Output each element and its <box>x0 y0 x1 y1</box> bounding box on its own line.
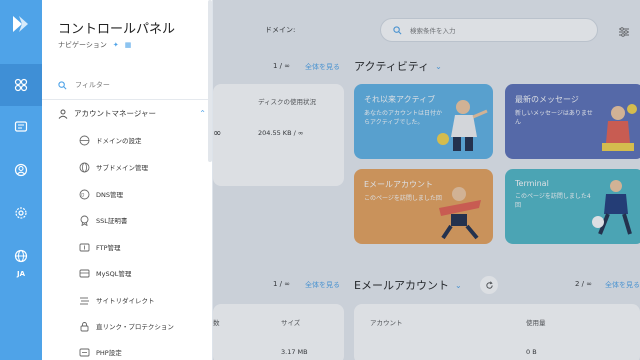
tile-desc: 新しいメッセージはありません <box>515 110 593 126</box>
tile-terminal[interactable]: Terminal このページを訪問しました4回 <box>505 169 640 244</box>
domains-card: ディスクの使用状況 ∞ 204.55 KB / ∞ <box>213 84 344 186</box>
account-header: アカウント <box>370 319 403 327</box>
usage-value: 0 B <box>526 348 537 356</box>
user-icon <box>58 109 68 119</box>
panel-title: コントロールパネル <box>58 22 176 37</box>
ssl-icon <box>78 214 90 226</box>
tile-desc: あなたのアカウントは日付からアクティブでした。 <box>364 110 443 126</box>
subdomain-icon <box>78 161 90 173</box>
person-illustration-icon <box>439 187 481 240</box>
disk-usage-header: ディスクの使用状況 <box>258 98 317 106</box>
domain-settings-icon <box>78 134 90 146</box>
chevron-down-icon: ⌄ <box>454 280 462 290</box>
divider <box>42 99 208 100</box>
nav-item-label: ドメインの設定 <box>96 137 142 145</box>
nav-item-dns[interactable]: D DNS管理 <box>78 188 123 200</box>
nav-item-label: PHP設定 <box>96 349 122 357</box>
nav-item-subdomain[interactable]: サブドメイン管理 <box>78 161 148 173</box>
usage-header: 使用量 <box>526 319 546 327</box>
filter-input[interactable]: フィルター <box>58 80 110 90</box>
navigation-panel: コントロールパネル ナビゲーション ✦ ▦ フィルター アカウントマネージャー … <box>42 0 213 360</box>
email-count: 2 / ∞ <box>575 280 593 288</box>
tile-email-accounts[interactable]: Eメールアカウント このページを訪問しました回 <box>354 169 493 244</box>
activity-title-label: アクティビティ <box>354 60 430 73</box>
nav-item-label: サブドメイン管理 <box>96 164 148 172</box>
refresh-button[interactable] <box>480 276 498 294</box>
gear-icon[interactable] <box>11 203 31 223</box>
search-placeholder: 検索条件を入力 <box>410 27 456 35</box>
nav-item-redirect[interactable]: サイトリダイレクト <box>78 294 155 306</box>
person-illustration-icon <box>602 104 637 151</box>
disk-usage-value: 204.55 KB / ∞ <box>258 129 304 137</box>
size-header: サイズ <box>281 319 301 327</box>
filter-settings-icon[interactable] <box>618 23 630 42</box>
language-label[interactable]: JA <box>0 270 42 278</box>
nav-item-label: DNS管理 <box>96 191 123 199</box>
pin-icon[interactable]: ✦ <box>113 41 119 49</box>
tile-active-since[interactable]: それ以来アクティブ あなたのアカウントは日付からアクティブでした。 <box>354 84 493 159</box>
account-manager-group[interactable]: アカウントマネージャー ⌃ <box>58 108 206 119</box>
row-infinity: ∞ <box>213 128 222 139</box>
email-title-label: Eメールアカウント <box>354 279 449 292</box>
bottom-left-card: 数 サイズ 3.17 MB <box>213 304 344 360</box>
nav-item-label: サイトリダイレクト <box>96 297 155 305</box>
nav-item-domain-settings[interactable]: ドメインの設定 <box>78 134 142 146</box>
dashboard-icon[interactable] <box>0 64 42 106</box>
nav-item-label: 直リンク・プロテクション <box>96 323 174 331</box>
group-label: アカウントマネージャー <box>74 109 156 118</box>
activity-title[interactable]: アクティビティ ⌄ <box>354 58 442 74</box>
search-icon <box>393 25 402 34</box>
domains-see-all-link[interactable]: 全体を見る <box>305 62 340 72</box>
email-card: アカウント 使用量 0 B <box>354 304 640 360</box>
message-icon[interactable] <box>11 117 31 137</box>
search-icon <box>58 80 67 89</box>
svg-text:D: D <box>81 192 84 197</box>
nav-item-ftp[interactable]: FTP管理 <box>78 241 121 253</box>
email-title[interactable]: Eメールアカウント ⌄ <box>354 277 462 293</box>
nav-item-label: SSL証明書 <box>96 217 128 225</box>
nav-item-hotlink-protection[interactable]: 直リンク・プロテクション <box>78 320 174 332</box>
ftp-icon <box>78 241 90 253</box>
filter-placeholder: フィルター <box>75 81 110 89</box>
size-value: 3.17 MB <box>281 348 308 356</box>
person-illustration-icon <box>592 180 632 235</box>
chevron-up-icon: ⌃ <box>199 109 206 118</box>
nav-item-mysql[interactable]: MySQL管理 <box>78 267 131 279</box>
logo-icon[interactable] <box>10 13 32 35</box>
bottom-left-see-all-link[interactable]: 全体を見る <box>305 280 340 290</box>
tile-desc: このページを訪問しました4回 <box>515 193 591 209</box>
person-illustration-icon <box>437 100 488 151</box>
bookmark-icon[interactable]: ▦ <box>125 41 132 49</box>
mysql-icon <box>78 267 90 279</box>
search-input[interactable]: 検索条件を入力 <box>380 18 598 42</box>
redirect-icon <box>78 294 90 306</box>
panel-subtitle-row: ナビゲーション ✦ ▦ <box>58 40 131 50</box>
chevron-down-icon: ⌄ <box>435 61 442 71</box>
nav-item-label: MySQL管理 <box>96 270 132 278</box>
lock-icon <box>78 320 90 332</box>
icon-rail: JA <box>0 0 42 360</box>
panel-scrollbar[interactable] <box>208 0 212 162</box>
nav-item-ssl[interactable]: SSL証明書 <box>78 214 127 226</box>
count-header: 数 <box>213 319 220 327</box>
domains-count: 1 / ∞ <box>273 62 291 70</box>
main-content: ドメイン: 検索条件を入力 1 / ∞ 全体を見る ディスクの使用状況 ∞ 20… <box>213 0 640 360</box>
nav-item-php[interactable]: PHP設定 <box>78 346 122 358</box>
user-icon[interactable] <box>11 160 31 180</box>
nav-item-label: FTP管理 <box>96 244 121 252</box>
globe-icon[interactable] <box>11 246 31 266</box>
tile-latest-message[interactable]: 最新のメッセージ 新しいメッセージはありません <box>505 84 640 159</box>
bottom-left-count: 1 / ∞ <box>273 280 291 288</box>
panel-subtitle: ナビゲーション <box>58 41 107 49</box>
php-icon <box>78 346 90 358</box>
domain-label: ドメイン: <box>265 26 296 34</box>
email-see-all-link[interactable]: 全体を見る <box>605 280 640 290</box>
refresh-icon <box>485 280 493 289</box>
dns-icon: D <box>78 188 90 200</box>
